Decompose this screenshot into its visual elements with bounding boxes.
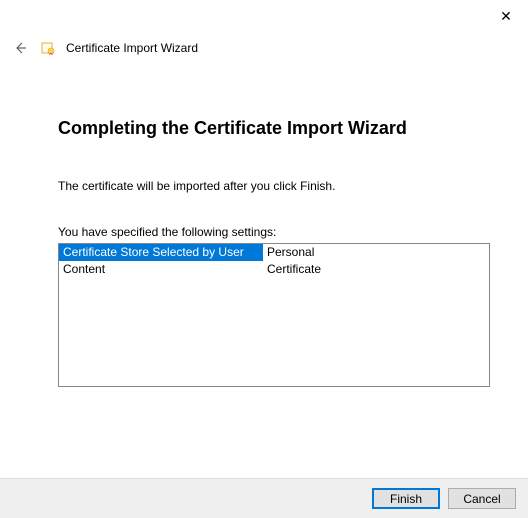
certificate-wizard-icon xyxy=(40,40,56,56)
settings-label: You have specified the following setting… xyxy=(58,225,488,239)
settings-row-value: Personal xyxy=(263,244,489,261)
close-icon: ✕ xyxy=(500,8,512,25)
settings-row-label: Certificate Store Selected by User xyxy=(59,244,263,261)
back-button[interactable] xyxy=(10,38,30,58)
wizard-header: Certificate Import Wizard xyxy=(0,0,528,58)
settings-row[interactable]: Content Certificate xyxy=(59,261,489,278)
settings-row[interactable]: Certificate Store Selected by User Perso… xyxy=(59,244,489,261)
back-arrow-icon xyxy=(12,40,28,56)
window-title: Certificate Import Wizard xyxy=(66,41,198,55)
settings-list[interactable]: Certificate Store Selected by User Perso… xyxy=(58,243,490,387)
finish-button[interactable]: Finish xyxy=(372,488,440,509)
page-description: The certificate will be imported after y… xyxy=(58,179,488,193)
page-heading: Completing the Certificate Import Wizard xyxy=(58,118,488,139)
cancel-button[interactable]: Cancel xyxy=(448,488,516,509)
close-button[interactable]: ✕ xyxy=(496,6,516,26)
settings-row-value: Certificate xyxy=(263,261,489,278)
wizard-footer: Finish Cancel xyxy=(0,478,528,518)
settings-row-label: Content xyxy=(59,261,263,278)
wizard-content: Completing the Certificate Import Wizard… xyxy=(0,58,528,387)
